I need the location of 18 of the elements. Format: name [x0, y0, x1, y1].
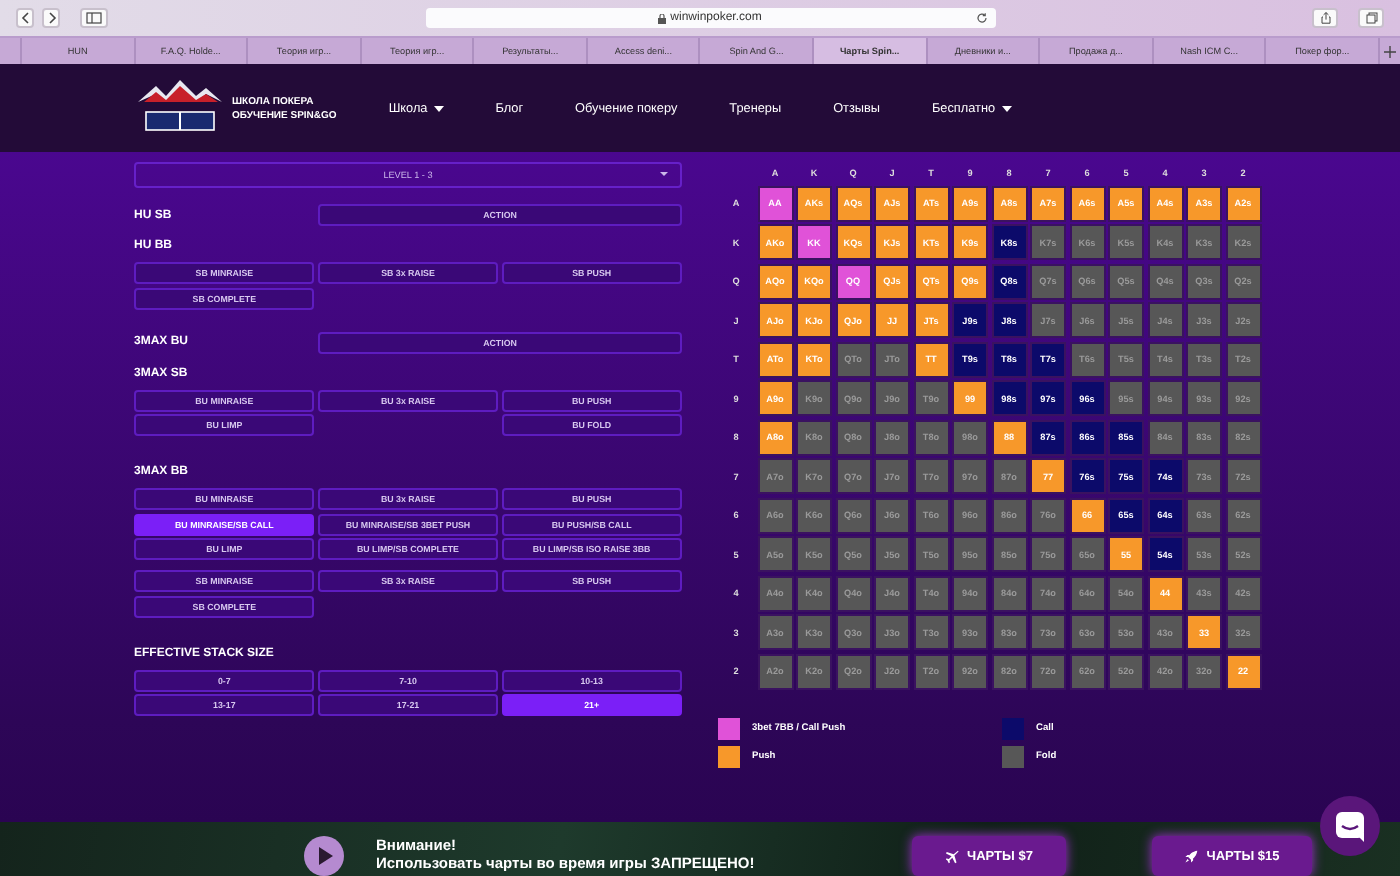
back-button[interactable]	[16, 8, 34, 28]
play-icon[interactable]	[304, 836, 344, 876]
caret-icon	[660, 172, 668, 176]
reload-icon[interactable]	[975, 12, 987, 24]
tabs-overview-button[interactable]	[1358, 8, 1384, 28]
airplane-icon	[945, 849, 960, 863]
rocket-icon	[1184, 849, 1199, 863]
share-icon	[1319, 12, 1331, 24]
forward-button[interactable]	[42, 8, 60, 28]
forward-icon	[45, 12, 57, 24]
share-button[interactable]	[1312, 8, 1338, 28]
lock-icon	[658, 13, 667, 23]
back-icon	[19, 12, 31, 24]
sidebar-button[interactable]	[80, 8, 108, 28]
new-tab-icon[interactable]	[1383, 45, 1396, 57]
tabs-icon	[1365, 12, 1377, 24]
chat-icon[interactable]	[1320, 796, 1380, 856]
sidebar-icon	[86, 12, 102, 24]
